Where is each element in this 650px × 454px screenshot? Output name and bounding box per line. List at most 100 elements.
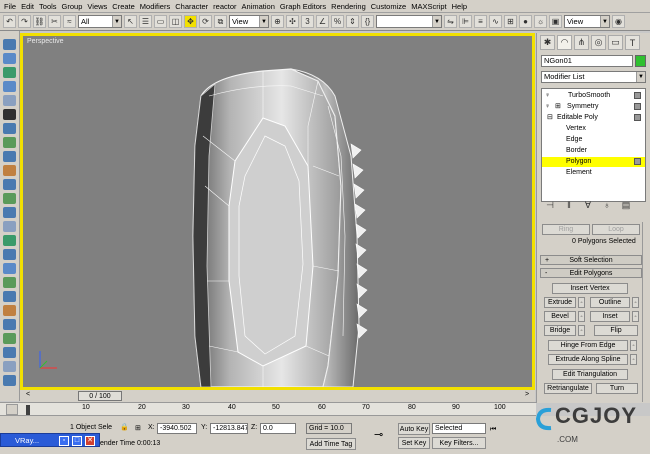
select-by-name-icon[interactable]: ☰ [139, 15, 152, 28]
tool-icon[interactable] [3, 151, 16, 162]
stack-toggle[interactable] [634, 114, 641, 121]
bevel-button[interactable]: Bevel [544, 311, 576, 322]
menu-maxscript[interactable]: MAXScript [411, 2, 446, 11]
tool-icon[interactable] [3, 207, 16, 218]
manipulate-icon[interactable]: ✣ [286, 15, 299, 28]
stack-item-vertex[interactable]: Vertex [542, 124, 645, 134]
prev-frame-icon[interactable]: < [26, 391, 30, 398]
edit-triangulation-button[interactable]: Edit Triangulation [552, 369, 628, 380]
menu-rendering[interactable]: Rendering [331, 2, 366, 11]
configure-sets-icon[interactable]: ▤ [619, 200, 633, 211]
inset-settings-button[interactable]: ▫ [632, 311, 639, 322]
tool-icon[interactable] [3, 137, 16, 148]
bevel-settings-button[interactable]: ▫ [578, 311, 585, 322]
window-crossing-icon[interactable]: ◫ [169, 15, 182, 28]
lock-selection-icon[interactable]: 🔒 [120, 423, 129, 431]
tool-icon[interactable] [3, 123, 16, 134]
show-end-result-icon[interactable]: ‖ [562, 200, 576, 210]
stack-item-turbosmooth[interactable]: ♀ TurboSmooth [542, 91, 645, 101]
render-icon[interactable]: ◉ [612, 15, 625, 28]
stack-item-edge[interactable]: Edge [542, 135, 645, 145]
maximize-icon[interactable]: □ [72, 436, 82, 446]
menu-reactor[interactable]: reactor [213, 2, 236, 11]
hinge-settings-button[interactable]: ▫ [630, 340, 637, 351]
go-to-start-icon[interactable]: ⏮ [490, 426, 496, 434]
material-editor-icon[interactable]: ● [519, 15, 532, 28]
mirror-icon[interactable]: ⇋ [444, 15, 457, 28]
link-icon[interactable]: ⛓ [33, 15, 46, 28]
tool-icon[interactable] [3, 193, 16, 204]
stack-toggle[interactable] [634, 158, 641, 165]
tool-icon[interactable] [3, 109, 16, 120]
spinner-snap-icon[interactable]: ⇕ [346, 15, 359, 28]
render-view-dropdown[interactable]: View ▼ [564, 15, 610, 28]
menu-graph-editors[interactable]: Graph Editors [280, 2, 326, 11]
hinge-from-edge-button[interactable]: Hinge From Edge [548, 340, 628, 351]
reference-coordinate-dropdown[interactable]: View ▼ [229, 15, 269, 28]
menu-views[interactable]: Views [87, 2, 107, 11]
extrude-settings-button[interactable]: ▫ [578, 297, 585, 308]
render-setup-icon[interactable]: ☼ [534, 15, 547, 28]
flip-button[interactable]: Flip [594, 325, 638, 336]
extrude-along-spline-settings-button[interactable]: ▫ [630, 354, 637, 365]
tool-icon[interactable] [3, 375, 16, 386]
curve-editor-icon[interactable]: ∿ [489, 15, 502, 28]
select-object-icon[interactable]: ↖ [124, 15, 137, 28]
utilities-tab-icon[interactable]: T [625, 35, 640, 50]
tool-icon[interactable] [3, 235, 16, 246]
tool-icon[interactable] [3, 221, 16, 232]
stack-item-symmetry[interactable]: ♀ ⊞ Symmetry [542, 102, 645, 112]
named-selection-sets-dropdown[interactable]: ▼ [376, 15, 442, 28]
absolute-mode-icon[interactable]: ⊞ [135, 424, 141, 432]
x-coordinate-field[interactable]: -3940.502 [157, 423, 197, 434]
extrude-button[interactable]: Extrude [544, 297, 576, 308]
select-and-scale-icon[interactable]: ⧉ [214, 15, 227, 28]
tool-icon[interactable] [3, 291, 16, 302]
outline-button[interactable]: Outline [590, 297, 630, 308]
modifier-stack[interactable]: ♀ TurboSmooth ♀ ⊞ Symmetry ⊟ Editable Po… [541, 88, 646, 202]
schematic-view-icon[interactable]: ⊞ [504, 15, 517, 28]
make-unique-icon[interactable]: ∀ [581, 200, 595, 211]
perspective-viewport[interactable]: Perspective [23, 36, 532, 387]
stack-toggle[interactable] [634, 92, 641, 99]
bridge-button[interactable]: Bridge [544, 325, 576, 336]
tool-icon[interactable] [3, 319, 16, 330]
light-bulb-icon[interactable]: ♀ [545, 102, 550, 112]
object-color-swatch[interactable] [635, 55, 646, 67]
menu-edit[interactable]: Edit [21, 2, 34, 11]
quick-render-icon[interactable]: ▣ [549, 15, 562, 28]
mini-curve-editor-icon[interactable] [6, 404, 18, 415]
display-tab-icon[interactable]: ▭ [608, 35, 623, 50]
loop-button[interactable]: Loop [592, 224, 640, 235]
snaps-toggle-icon[interactable]: 3 [301, 15, 314, 28]
tool-icon[interactable] [3, 39, 16, 50]
stack-item-element[interactable]: Element [542, 168, 645, 178]
angle-snap-icon[interactable]: ∠ [316, 15, 329, 28]
z-coordinate-field[interactable]: 0.0 [260, 423, 296, 434]
undo-icon[interactable]: ↶ [3, 15, 16, 28]
unlink-icon[interactable]: ✂ [48, 15, 61, 28]
tool-icon[interactable] [3, 305, 16, 316]
retriangulate-button[interactable]: Retriangulate [544, 383, 592, 394]
align-icon[interactable]: ⊫ [459, 15, 472, 28]
bind-space-warp-icon[interactable]: ≈ [63, 15, 76, 28]
rectangular-selection-icon[interactable]: ▭ [154, 15, 167, 28]
restore-icon[interactable]: ▫ [59, 436, 69, 446]
menu-group[interactable]: Group [62, 2, 83, 11]
tool-icon[interactable] [3, 95, 16, 106]
tool-icon[interactable] [3, 53, 16, 64]
key-mode-dropdown[interactable]: Selected [432, 423, 486, 434]
remove-modifier-icon[interactable]: ♁ [600, 200, 614, 210]
layer-manager-icon[interactable]: ≡ [474, 15, 487, 28]
light-bulb-icon[interactable]: ♀ [545, 91, 550, 101]
pin-stack-icon[interactable]: ⊣ [543, 200, 557, 211]
tool-icon[interactable] [3, 263, 16, 274]
extrude-along-spline-button[interactable]: Extrude Along Spline [548, 354, 628, 365]
menu-help[interactable]: Help [452, 2, 467, 11]
set-key-icon[interactable]: ⊸ [374, 428, 383, 441]
tool-icon[interactable] [3, 249, 16, 260]
tool-icon[interactable] [3, 179, 16, 190]
tool-icon[interactable] [3, 347, 16, 358]
stack-item-polygon[interactable]: Polygon [542, 157, 645, 167]
collapse-icon[interactable]: ⊟ [547, 113, 553, 123]
